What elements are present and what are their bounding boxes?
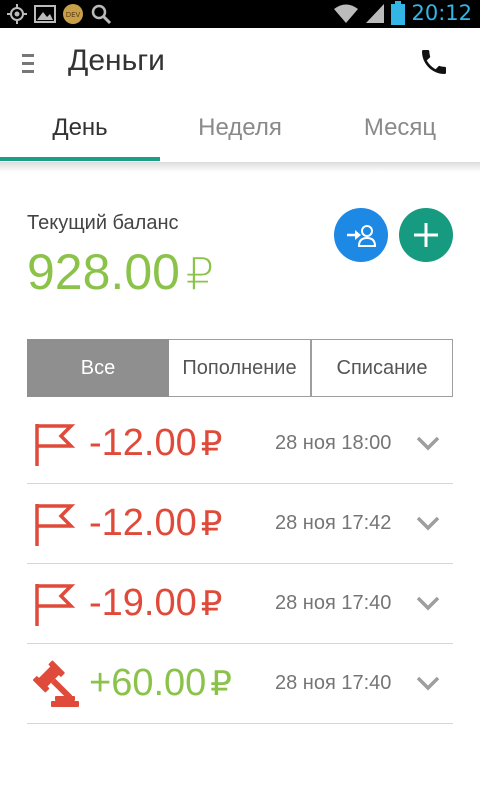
flag-icon [35,584,76,626]
balance-amount-value: 928.00 [27,244,180,300]
plus-icon [414,223,438,247]
gavel-icon [33,660,79,707]
signal-icon [366,4,385,23]
transaction-amount: -19.00 ₽ [89,582,222,625]
tab-day[interactable]: День [0,114,160,142]
transfer-user-icon [347,225,377,247]
chevron-down-icon[interactable] [415,434,441,452]
filter-income[interactable]: Пополнение [169,339,311,397]
menu-icon[interactable] [20,52,40,76]
balance-label: Текущий баланс [27,212,179,234]
chevron-down-icon[interactable] [415,514,441,532]
transaction-amount: -12.00 ₽ [89,422,222,465]
gps-icon [7,4,27,24]
flag-icon [35,424,76,466]
transaction-amount: +60.00 ₽ [89,662,232,705]
amount-currency: ₽ [200,585,223,623]
amount-currency: ₽ [200,505,223,543]
amount-value: +60.00 [89,662,207,704]
page-title: Деньги [68,44,165,77]
transfer-button[interactable] [334,208,388,262]
amount-value: -12.00 [89,422,197,464]
filter-expense[interactable]: Списание [311,339,453,397]
status-bar: DEV 20:12 [0,0,480,28]
svg-text:DEV: DEV [66,11,81,19]
transaction-list: -12.00 ₽ 28 ноя 18:00 -12.00 ₽ 28 ноя 17… [27,404,453,724]
transaction-filter: Все Пополнение Списание [27,339,453,397]
filter-all[interactable]: Все [27,339,169,397]
tab-month[interactable]: Месяц [320,114,480,142]
transaction-row[interactable]: -19.00 ₽ 28 ноя 17:40 [27,564,453,644]
transaction-row[interactable]: -12.00 ₽ 28 ноя 17:42 [27,484,453,564]
transaction-date: 28 ноя 18:00 [275,432,392,454]
wifi-icon [334,4,359,23]
image-icon [34,5,56,23]
transaction-date: 28 ноя 17:40 [275,672,392,694]
battery-icon [391,1,406,25]
transaction-date: 28 ноя 17:40 [275,592,392,614]
amount-value: -12.00 [89,502,197,544]
transaction-date: 28 ноя 17:42 [275,512,392,534]
tab-indicator [0,157,160,161]
balance-currency: ₽ [185,250,214,299]
status-time: 20:12 [411,1,472,25]
transaction-amount: -12.00 ₽ [89,502,222,545]
transaction-row[interactable]: -12.00 ₽ 28 ноя 18:00 [27,404,453,484]
chevron-down-icon[interactable] [415,594,441,612]
tab-week[interactable]: Неделя [160,114,320,142]
phone-icon[interactable] [418,46,450,78]
dev-icon: DEV [63,4,83,24]
transaction-row[interactable]: +60.00 ₽ 28 ноя 17:40 [27,644,453,724]
amount-currency: ₽ [200,425,223,463]
status-left-icons: DEV [6,3,112,25]
amount-currency: ₽ [210,665,232,703]
tab-shadow [0,162,480,172]
balance-amount: 928.00 ₽ [27,243,214,301]
search-icon [91,4,112,25]
amount-value: -19.00 [89,582,197,624]
flag-icon [35,504,76,546]
chevron-down-icon[interactable] [415,674,441,692]
app-bar: Деньги [0,28,480,100]
status-right-icons: 20:12 [333,1,472,25]
period-tabs: День Неделя Месяц [0,100,480,162]
add-button[interactable] [399,208,453,262]
